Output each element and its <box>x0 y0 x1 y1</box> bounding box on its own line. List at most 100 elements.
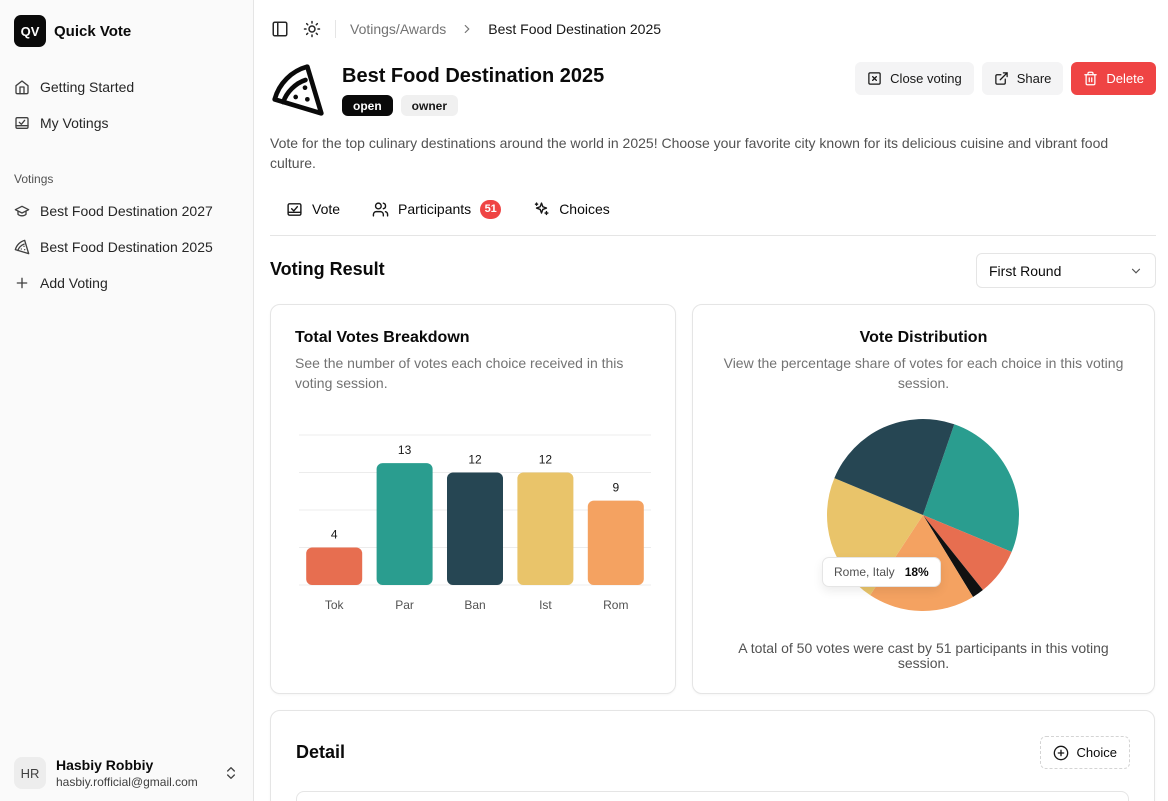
nav-label: Add Voting <box>40 275 108 291</box>
nav-label: Getting Started <box>40 79 135 95</box>
sidebar: QV Quick Vote Getting Started My Votings… <box>0 0 254 801</box>
pizza-icon <box>272 64 324 116</box>
tab-participants[interactable]: Participants 51 <box>356 192 517 226</box>
card-description: See the number of votes each choice rece… <box>295 355 624 391</box>
breadcrumb-current: Best Food Destination 2025 <box>488 21 662 37</box>
delete-label: Delete <box>1106 71 1144 86</box>
card-description: View the percentage share of votes for e… <box>723 355 1124 391</box>
user-menu[interactable]: HR Hasbiy Robbiy hasbiy.rofficial@gmail.… <box>14 757 239 789</box>
vote-distribution-card: Vote Distribution View the percentage sh… <box>692 304 1155 694</box>
pie-tooltip: Rome, Italy 18% <box>822 557 941 587</box>
nav-item-my-votings[interactable]: My Votings <box>8 105 245 141</box>
header-actions: Close voting Share Delete <box>855 62 1156 95</box>
detail-table <box>296 791 1129 801</box>
round-select-value: First Round <box>989 262 1062 279</box>
add-choice-label: Choice <box>1076 745 1117 760</box>
bar-value-label: 13 <box>398 443 412 457</box>
x-tick-label: Rom <box>603 598 628 612</box>
close-square-icon <box>868 72 881 85</box>
delete-button[interactable]: Delete <box>1071 62 1156 95</box>
tab-vote[interactable]: Vote <box>270 192 356 226</box>
divider <box>335 20 336 38</box>
topbar: Votings/Awards Best Food Destination 202… <box>271 20 661 38</box>
x-tick-label: Par <box>395 598 414 612</box>
chevron-down-icon <box>1131 268 1141 274</box>
breadcrumb-parent[interactable]: Votings/Awards <box>350 21 446 37</box>
voting-header: Best Food Destination 2025 open owner Cl… <box>270 62 1156 122</box>
x-tick-label: Ist <box>539 598 552 612</box>
bar-value-label: 4 <box>331 528 338 542</box>
role-badge: owner <box>400 95 459 116</box>
tab-choices[interactable]: Choices <box>517 192 626 226</box>
bar-value-label: 12 <box>468 453 482 467</box>
voting-result-title: Voting Result <box>270 259 385 279</box>
votings-section-label: Votings <box>14 172 54 186</box>
main-nav: Getting Started My Votings <box>8 69 245 141</box>
chevrons-up-down-icon <box>227 767 235 779</box>
nav-label: Best Food Destination 2027 <box>40 203 213 219</box>
bar-value-label: 9 <box>612 481 619 495</box>
bar-par[interactable] <box>376 463 433 585</box>
avatar: HR <box>14 757 46 789</box>
card-title: Vote Distribution <box>859 329 988 346</box>
trash-icon <box>1084 71 1098 86</box>
main-content: Votings/Awards Best Food Destination 202… <box>254 0 1168 801</box>
bar-rom[interactable] <box>587 500 644 585</box>
tooltip-value: 18% <box>904 565 929 579</box>
user-email: hasbiy.rofficial@gmail.com <box>56 775 198 789</box>
card-title: Total Votes Breakdown <box>295 329 470 346</box>
bar-ban[interactable] <box>447 472 503 586</box>
graduation-cap-icon <box>14 205 30 217</box>
app-logo: QV <box>14 15 46 47</box>
bar-tok[interactable] <box>306 547 363 586</box>
close-voting-button[interactable]: Close voting <box>855 62 974 95</box>
user-meta: Hasbiy Robbiy hasbiy.rofficial@gmail.com <box>56 757 213 789</box>
pizza-icon <box>14 239 30 255</box>
nav-label: My Votings <box>40 115 109 131</box>
tab-label: Participants <box>398 201 472 217</box>
status-badges: open owner <box>342 95 459 116</box>
tab-label: Choices <box>559 201 610 217</box>
chevron-right-icon <box>464 24 470 34</box>
x-tick-label: Tok <box>325 598 345 612</box>
nav-item-voting-2027[interactable]: Best Food Destination 2027 <box>8 193 245 229</box>
brand[interactable]: QV Quick Vote <box>14 15 131 47</box>
nav-item-getting-started[interactable]: Getting Started <box>8 69 245 105</box>
bar-value-label: 12 <box>539 453 553 467</box>
external-link-icon <box>994 72 1008 85</box>
vote-box-icon <box>287 202 302 216</box>
nav-item-add-voting[interactable]: Add Voting <box>8 265 245 301</box>
plus-icon <box>16 277 28 289</box>
sparkles-icon <box>534 201 549 215</box>
sidebar-toggle-icon[interactable] <box>271 20 289 38</box>
votes-breakdown-card: Total Votes Breakdown See the number of … <box>270 304 676 694</box>
voting-description: Vote for the top culinary destinations a… <box>270 135 1109 171</box>
share-button[interactable]: Share <box>981 62 1064 95</box>
user-name: Hasbiy Robbiy <box>56 757 154 773</box>
tab-label: Vote <box>312 201 341 217</box>
voting-tabs: Vote Participants 51 Choices <box>270 192 1156 236</box>
votings-nav: Votings Best Food Destination 2027 Best … <box>8 165 245 301</box>
home-icon <box>15 80 29 95</box>
x-tick-label: Ban <box>464 598 485 612</box>
app-name: Quick Vote <box>54 22 132 40</box>
close-voting-label: Close voting <box>890 71 962 86</box>
nav-item-voting-2025[interactable]: Best Food Destination 2025 <box>8 229 245 265</box>
pie-summary: A total of 50 votes were cast by 51 part… <box>738 640 1109 671</box>
bar-chart: 4 Tok 13 Par 12 Ban 12 Ist 9 Rom <box>299 434 651 612</box>
plus-circle-icon <box>1053 745 1068 760</box>
vote-box-icon <box>15 117 29 129</box>
page-title: Best Food Destination 2025 <box>342 65 605 87</box>
nav-label: Best Food Destination 2025 <box>40 239 213 255</box>
round-select[interactable]: First Round <box>976 253 1156 288</box>
detail-card: Detail Choice <box>270 710 1155 801</box>
add-choice-button[interactable]: Choice <box>1039 736 1130 769</box>
theme-toggle-icon[interactable] <box>303 20 321 38</box>
participants-count-badge: 51 <box>480 199 502 219</box>
tooltip-label: Rome, Italy <box>834 565 895 579</box>
share-label: Share <box>1016 71 1052 86</box>
detail-title: Detail <box>296 742 346 762</box>
status-badge: open <box>342 95 393 116</box>
bar-ist[interactable] <box>517 472 574 586</box>
users-icon <box>372 201 389 217</box>
